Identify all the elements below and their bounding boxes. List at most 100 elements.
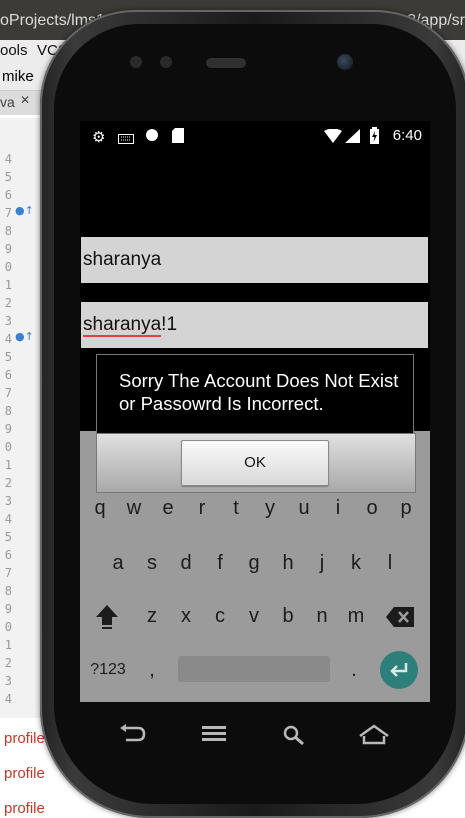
line-number: 6 <box>4 188 12 202</box>
line-number: 0 <box>4 260 12 274</box>
ok-button[interactable]: OK <box>181 440 329 486</box>
breadcrumb-mike[interactable]: mike <box>2 68 34 85</box>
editor-tab[interactable]: va <box>0 94 15 110</box>
username-value: sharanya <box>83 249 162 270</box>
password-underlined-part: sharanya <box>83 314 162 337</box>
line-number: 5 <box>4 350 12 364</box>
line-number: 4 <box>4 512 12 526</box>
back-icon[interactable] <box>118 724 146 750</box>
alert-dialog: Sorry The Account Does Not Exist or Pass… <box>96 354 416 494</box>
line-number: 3 <box>4 314 12 328</box>
key-x[interactable]: x <box>174 605 198 628</box>
settings-icon: ⚙ <box>92 128 106 146</box>
key-g[interactable]: g <box>242 552 266 575</box>
key-d[interactable]: d <box>174 552 198 575</box>
key-a[interactable]: a <box>106 552 130 575</box>
override-marker-icon[interactable]: ●↑ <box>15 330 34 343</box>
backspace-key-icon[interactable] <box>386 607 414 633</box>
sensor-icon <box>130 56 142 68</box>
line-number: 8 <box>4 224 12 238</box>
key-s[interactable]: s <box>140 552 164 575</box>
key-e[interactable]: e <box>156 497 180 520</box>
line-number: 2 <box>4 656 12 670</box>
password-field[interactable]: sharanya!1 <box>81 302 428 348</box>
line-number: 8 <box>4 404 12 418</box>
keyboard-icon <box>118 130 134 148</box>
wifi-icon <box>324 128 342 147</box>
key-j[interactable]: j <box>310 552 334 575</box>
dialog-message: Sorry The Account Does Not Exist or Pass… <box>119 370 399 414</box>
signal-icon <box>345 129 360 147</box>
circle-icon <box>145 128 159 146</box>
status-bar: ⚙ 6:40 <box>80 121 430 151</box>
key-o[interactable]: o <box>360 497 384 520</box>
line-number: 9 <box>4 602 12 616</box>
key-z[interactable]: z <box>140 605 164 628</box>
key-v[interactable]: v <box>242 605 266 628</box>
comma-key[interactable]: , <box>140 659 164 682</box>
menu-icon[interactable] <box>200 724 228 750</box>
key-k[interactable]: k <box>344 552 368 575</box>
line-number: 4 <box>4 332 12 346</box>
line-number: 0 <box>4 620 12 634</box>
key-c[interactable]: c <box>208 605 232 628</box>
key-t[interactable]: t <box>224 497 248 520</box>
battery-icon <box>370 127 379 148</box>
line-number: 1 <box>4 278 12 292</box>
close-icon[interactable]: ✕ <box>20 93 30 107</box>
line-number: 3 <box>4 674 12 688</box>
key-w[interactable]: w <box>122 497 146 520</box>
sdcard-icon <box>172 128 184 147</box>
line-number: 7 <box>4 386 12 400</box>
override-marker-icon[interactable]: ●↑ <box>15 204 34 217</box>
symbols-key[interactable]: ?123 <box>88 661 128 679</box>
password-suffix: !1 <box>161 314 178 335</box>
key-h[interactable]: h <box>276 552 300 575</box>
line-number: 9 <box>4 242 12 256</box>
line-number: 9 <box>4 422 12 436</box>
line-number: 1 <box>4 638 12 652</box>
navigation-bar <box>80 712 430 767</box>
home-icon[interactable] <box>358 724 390 752</box>
key-q[interactable]: q <box>88 497 112 520</box>
key-y[interactable]: y <box>258 497 282 520</box>
line-number: 1 <box>4 458 12 472</box>
dialog-body: Sorry The Account Does Not Exist or Pass… <box>96 354 414 434</box>
menu-tools[interactable]: ools <box>0 42 28 59</box>
device-screen: ⚙ 6:40 sharanya sharanya!1 qwertyuiop as… <box>80 121 430 702</box>
line-number: 6 <box>4 368 12 382</box>
line-number: 3 <box>4 494 12 508</box>
key-n[interactable]: n <box>310 605 334 628</box>
username-field[interactable]: sharanya <box>81 237 428 283</box>
search-icon[interactable] <box>282 724 306 752</box>
key-r[interactable]: r <box>190 497 214 520</box>
shift-key-icon[interactable] <box>94 603 120 635</box>
line-number: 4 <box>4 152 12 166</box>
line-number: 8 <box>4 584 12 598</box>
front-camera-icon <box>337 54 353 70</box>
line-number: 6 <box>4 548 12 562</box>
line-number: 7 <box>4 566 12 580</box>
line-number: 2 <box>4 476 12 490</box>
password-value: sharanya!1 <box>83 314 178 337</box>
line-number: 4 <box>4 692 12 706</box>
space-key[interactable] <box>178 656 330 682</box>
enter-key-icon[interactable] <box>380 651 418 689</box>
console-line: profile <box>4 800 45 817</box>
period-key[interactable]: . <box>342 659 366 682</box>
earpiece-speaker <box>206 58 246 68</box>
key-f[interactable]: f <box>208 552 232 575</box>
line-number: 2 <box>4 296 12 310</box>
key-m[interactable]: m <box>344 605 368 628</box>
key-i[interactable]: i <box>326 497 350 520</box>
line-number: 5 <box>4 530 12 544</box>
dialog-footer: OK <box>96 433 416 493</box>
status-time: 6:40 <box>392 127 422 144</box>
sensor-icon <box>160 56 172 68</box>
key-u[interactable]: u <box>292 497 316 520</box>
key-b[interactable]: b <box>276 605 300 628</box>
console-line: profile <box>4 730 45 747</box>
key-l[interactable]: l <box>378 552 402 575</box>
line-number: 0 <box>4 440 12 454</box>
key-p[interactable]: p <box>394 497 418 520</box>
